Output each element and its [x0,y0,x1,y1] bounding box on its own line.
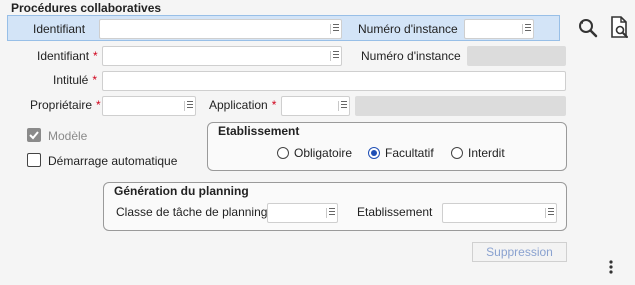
page-title: Procédures collaboratives [11,1,162,15]
intitule-input[interactable] [102,71,566,91]
application-label: Application * [209,98,277,112]
application-input[interactable] [281,96,350,116]
radio-facultatif[interactable] [368,147,380,159]
etablissement-group: Etablissement Obligatoire Facultatif Int… [207,122,567,171]
planning-etab-label: Etablissement [357,205,433,219]
classe-input[interactable] [267,203,338,223]
planning-group: Génération du planning Classe de tâche d… [103,182,567,231]
radio-facultatif-label: Facultatif [385,146,434,160]
document-search-icon[interactable] [606,14,632,40]
identifiant-input[interactable] [102,46,342,66]
proprietaire-input[interactable] [102,96,196,116]
search-identifiant-input[interactable] [99,19,342,39]
search-instance-input[interactable] [464,19,534,39]
planning-etab-input[interactable] [442,203,557,223]
list-icon[interactable] [545,208,554,218]
search-instance-label: Numéro d'instance [358,22,458,36]
modele-checkbox[interactable] [27,128,41,142]
radio-interdit[interactable] [451,147,463,159]
modele-label: Modèle [48,129,88,143]
radio-interdit-label: Interdit [468,146,505,160]
check-icon [29,131,39,140]
demarrage-label: Démarrage automatique [48,154,178,168]
classe-label: Classe de tâche de planning [116,205,268,219]
list-icon[interactable] [522,24,531,34]
demarrage-checkbox[interactable] [27,153,41,167]
list-icon[interactable] [326,208,335,218]
radio-obligatoire-label: Obligatoire [294,146,353,160]
application-display [355,96,566,116]
search-bar: Identifiant Numéro d'instance [7,15,560,41]
radio-obligatoire[interactable] [277,147,289,159]
etablissement-title: Etablissement [218,124,300,138]
instance-label: Numéro d'instance [361,49,461,63]
proprietaire-label: Propriétaire * [30,98,101,112]
identifiant-label: Identifiant * [37,49,98,63]
list-icon[interactable] [330,24,339,34]
search-identifiant-label: Identifiant [33,22,86,36]
more-options-icon[interactable] [607,259,615,275]
suppression-button[interactable]: Suppression [472,242,567,262]
intitule-label: Intitulé * [53,73,98,87]
planning-title: Génération du planning [114,184,249,198]
list-icon[interactable] [184,101,193,111]
list-icon[interactable] [330,51,339,61]
list-icon[interactable] [338,101,347,111]
search-reset-icon[interactable] [574,15,600,41]
instance-display [467,46,566,66]
